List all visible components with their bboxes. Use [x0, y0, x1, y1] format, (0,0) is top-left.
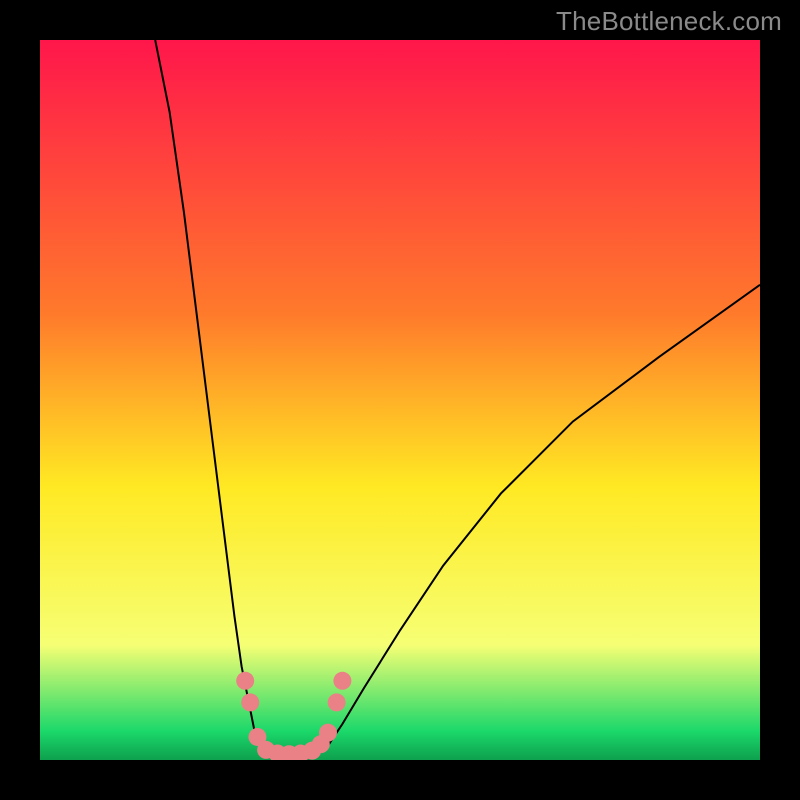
plot-area	[40, 40, 760, 760]
watermark-text: TheBottleneck.com	[556, 6, 782, 37]
chart-svg	[40, 40, 760, 760]
outer-frame: TheBottleneck.com	[0, 0, 800, 800]
data-dot	[319, 724, 337, 742]
data-dot	[333, 672, 351, 690]
gradient-background	[40, 40, 760, 760]
data-dot	[236, 672, 254, 690]
data-dot	[241, 693, 259, 711]
data-dot	[328, 693, 346, 711]
